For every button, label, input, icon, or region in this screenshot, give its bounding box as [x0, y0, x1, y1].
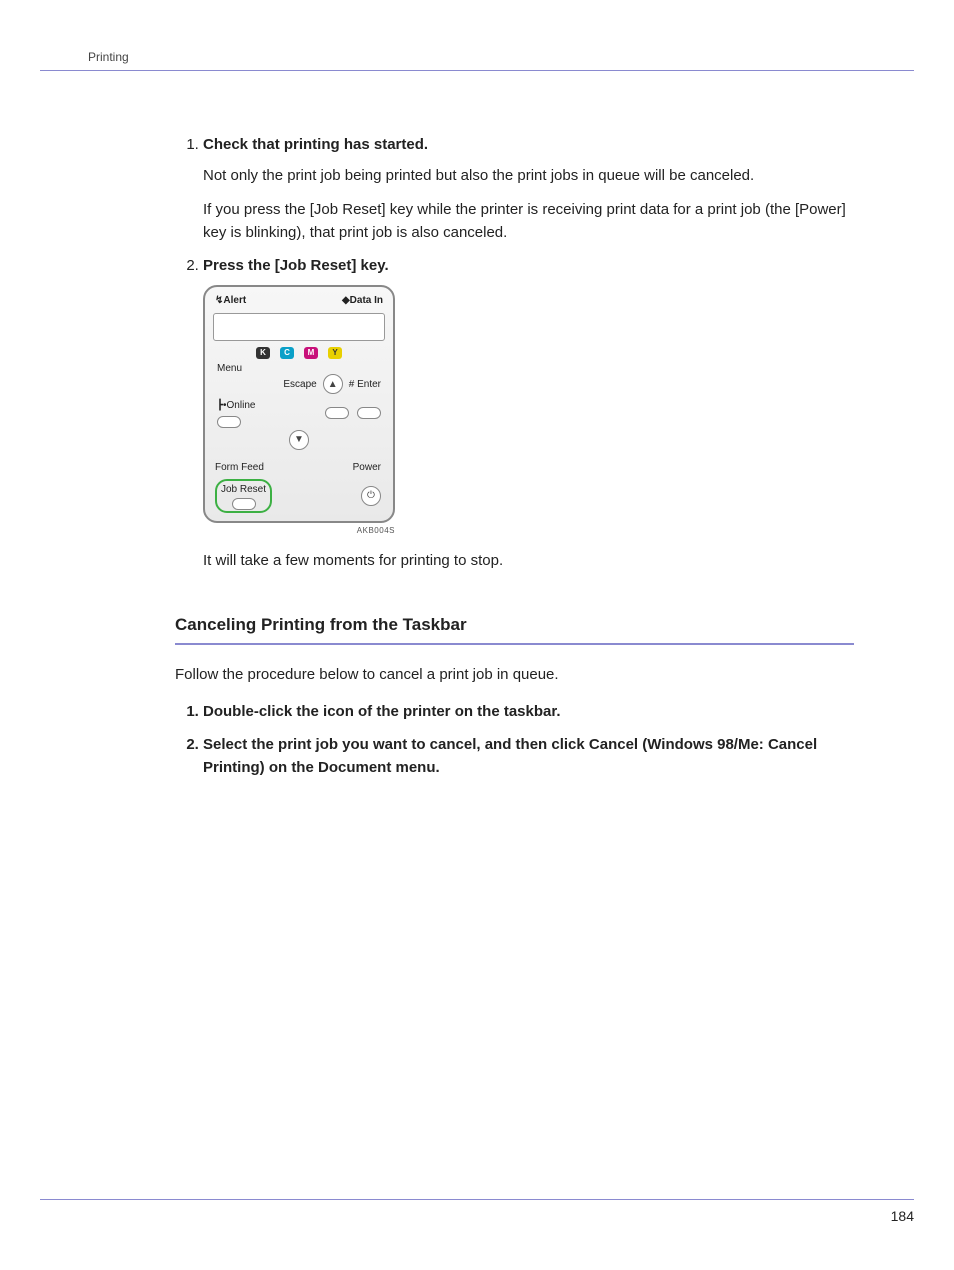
- job-reset-highlight: Job Reset: [215, 479, 272, 513]
- job-reset-button: [232, 498, 256, 510]
- up-arrow-button: ▲: [323, 374, 343, 394]
- job-reset-label: Job Reset: [221, 482, 266, 498]
- escape-label: Escape: [283, 377, 316, 393]
- page-number: 184: [891, 1208, 914, 1224]
- online-button: [217, 416, 241, 428]
- header-section-label: Printing: [88, 50, 914, 64]
- taskbar-steps-list: Double-click the icon of the printer on …: [175, 700, 854, 780]
- step-2: Press the [Job Reset] key. ↯Alert ◆Data …: [203, 254, 854, 572]
- main-content: Check that printing has started. Not onl…: [175, 133, 854, 780]
- printer-control-panel: ↯Alert ◆Data In K C M Y Menu Escape: [203, 285, 395, 523]
- step-1-para-1: Not only the print job being printed but…: [203, 164, 854, 187]
- online-label: ┣•Online: [217, 398, 255, 414]
- toner-y-icon: Y: [328, 347, 342, 359]
- toner-c-icon: C: [280, 347, 294, 359]
- menu-label: Menu: [217, 361, 242, 377]
- page: Printing Check that printing has started…: [0, 0, 954, 1270]
- lcd-screen: [213, 313, 385, 341]
- step-1-title: Check that printing has started.: [203, 133, 854, 156]
- step-2-title: Press the [Job Reset] key.: [203, 254, 854, 277]
- page-header: Printing: [40, 50, 914, 71]
- toner-indicators: K C M Y: [211, 347, 387, 359]
- toner-k-icon: K: [256, 347, 270, 359]
- step-1-para-2: If you press the [Job Reset] key while t…: [203, 198, 854, 245]
- power-label: Power: [353, 460, 381, 476]
- down-arrow-button: ▼: [289, 430, 309, 450]
- power-button: ⏻: [361, 486, 381, 506]
- escape-button: [325, 407, 349, 419]
- taskbar-step-1: Double-click the icon of the printer on …: [203, 700, 854, 723]
- data-in-label: ◆Data In: [342, 293, 383, 309]
- enter-button: [357, 407, 381, 419]
- section-heading-taskbar: Canceling Printing from the Taskbar: [175, 612, 854, 644]
- toner-m-icon: M: [304, 347, 318, 359]
- primary-steps-list: Check that printing has started. Not onl…: [175, 133, 854, 572]
- enter-label: # Enter: [349, 377, 381, 393]
- step-2-after-text: It will take a few moments for printing …: [203, 549, 854, 572]
- alert-label: ↯Alert: [215, 293, 246, 309]
- form-feed-label: Form Feed: [215, 460, 264, 476]
- section-intro-text: Follow the procedure below to cancel a p…: [175, 663, 854, 686]
- taskbar-step-2: Select the print job you want to cancel,…: [203, 733, 854, 780]
- control-panel-figure: ↯Alert ◆Data In K C M Y Menu Escape: [203, 285, 854, 537]
- figure-code: AKB004S: [203, 525, 395, 537]
- page-footer: 184: [40, 1199, 914, 1226]
- step-1: Check that printing has started. Not onl…: [203, 133, 854, 244]
